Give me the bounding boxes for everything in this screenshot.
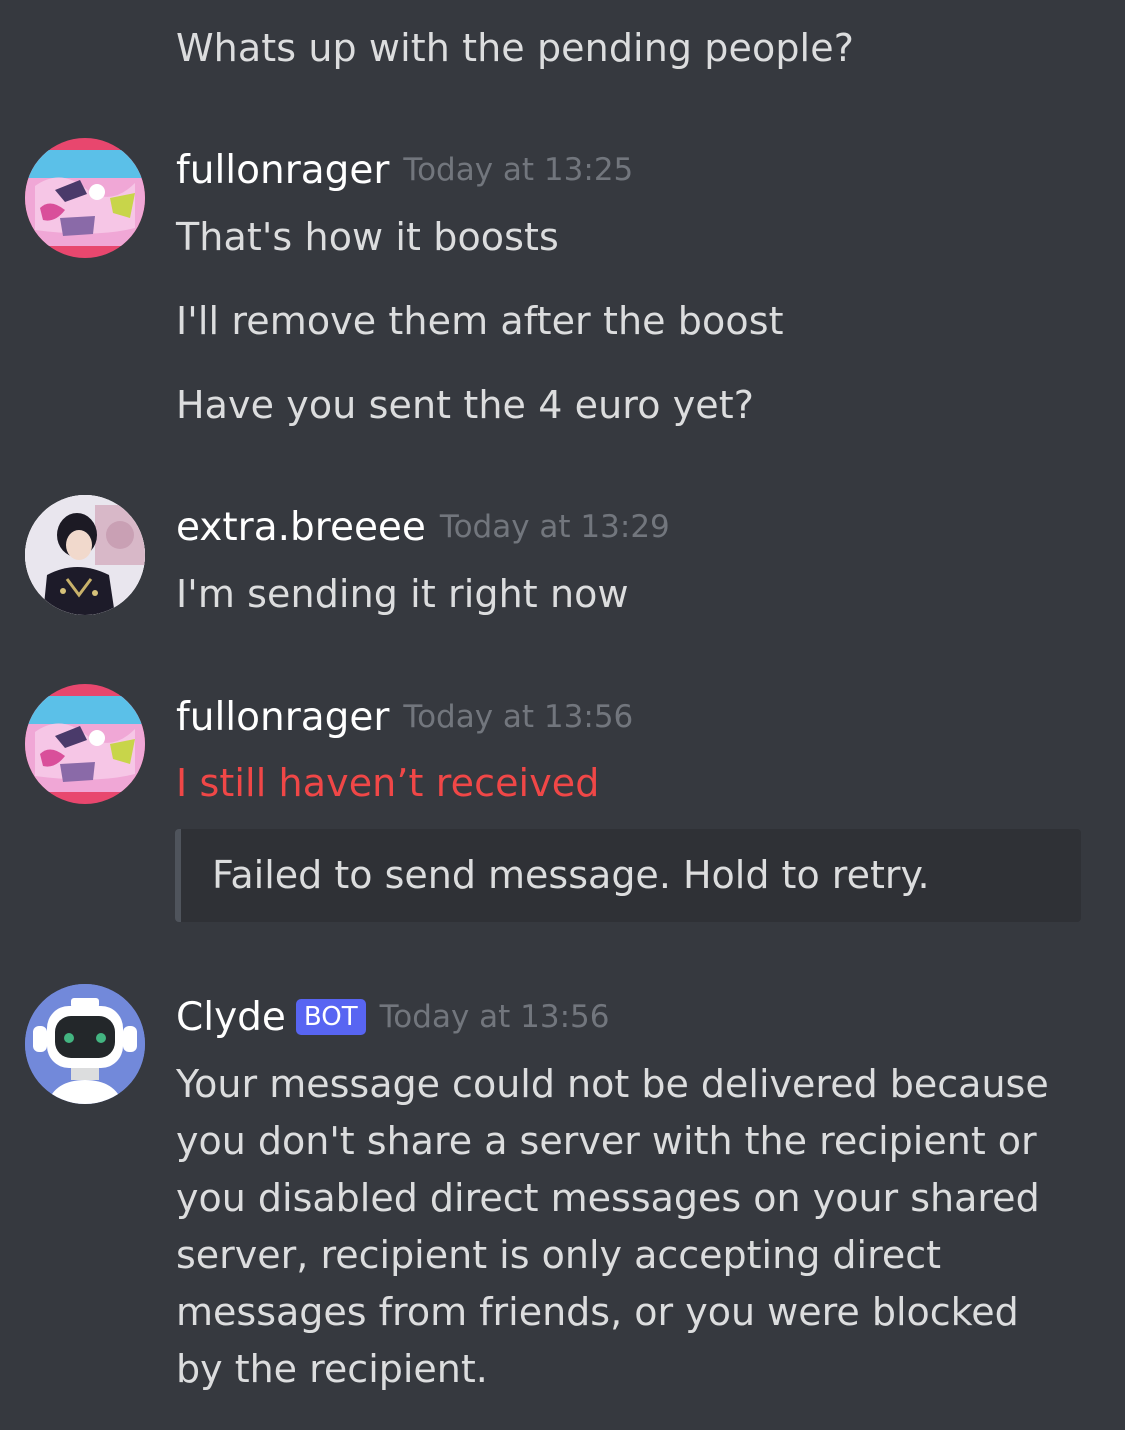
avatar-clyde-robot-icon[interactable] <box>25 984 145 1104</box>
bot-message-text[interactable]: Your message could not be delivered beca… <box>176 1056 1076 1398</box>
username[interactable]: Clyde <box>176 995 286 1040</box>
failed-send-notice-text: Failed to send message. Hold to retry. <box>212 853 930 897</box>
bot-badge: BOT <box>295 999 366 1035</box>
message-text[interactable]: I'm sending it right now <box>176 570 629 618</box>
message-header: fullonrager Today at 13:25 <box>176 142 633 198</box>
chat-message-list: Whats up with the pending people? fullon… <box>0 0 1125 1430</box>
message-header: extra.breeee Today at 13:29 <box>176 499 670 555</box>
avatar-extra-breeee-icon[interactable] <box>25 495 145 615</box>
timestamp: Today at 13:56 <box>379 999 610 1035</box>
failed-message-text[interactable]: I still haven’t received <box>176 759 600 807</box>
username[interactable]: fullonrager <box>176 148 389 193</box>
avatar-fullonrager-icon[interactable] <box>25 138 145 258</box>
timestamp: Today at 13:29 <box>439 509 670 545</box>
message-text[interactable]: That's how it boosts <box>176 213 559 261</box>
message-header: Clyde BOT Today at 13:56 <box>176 989 610 1045</box>
username[interactable]: extra.breeee <box>176 505 426 550</box>
message-text[interactable]: Have you sent the 4 euro yet? <box>176 381 754 429</box>
timestamp: Today at 13:25 <box>403 152 634 188</box>
message-header: fullonrager Today at 13:56 <box>176 689 633 745</box>
timestamp: Today at 13:56 <box>403 699 634 735</box>
username[interactable]: fullonrager <box>176 695 389 740</box>
message-text[interactable]: I'll remove them after the boost <box>176 297 784 345</box>
message-text[interactable]: Whats up with the pending people? <box>176 24 854 72</box>
failed-send-notice[interactable]: Failed to send message. Hold to retry. <box>175 829 1081 922</box>
avatar-fullonrager-icon[interactable] <box>25 684 145 804</box>
